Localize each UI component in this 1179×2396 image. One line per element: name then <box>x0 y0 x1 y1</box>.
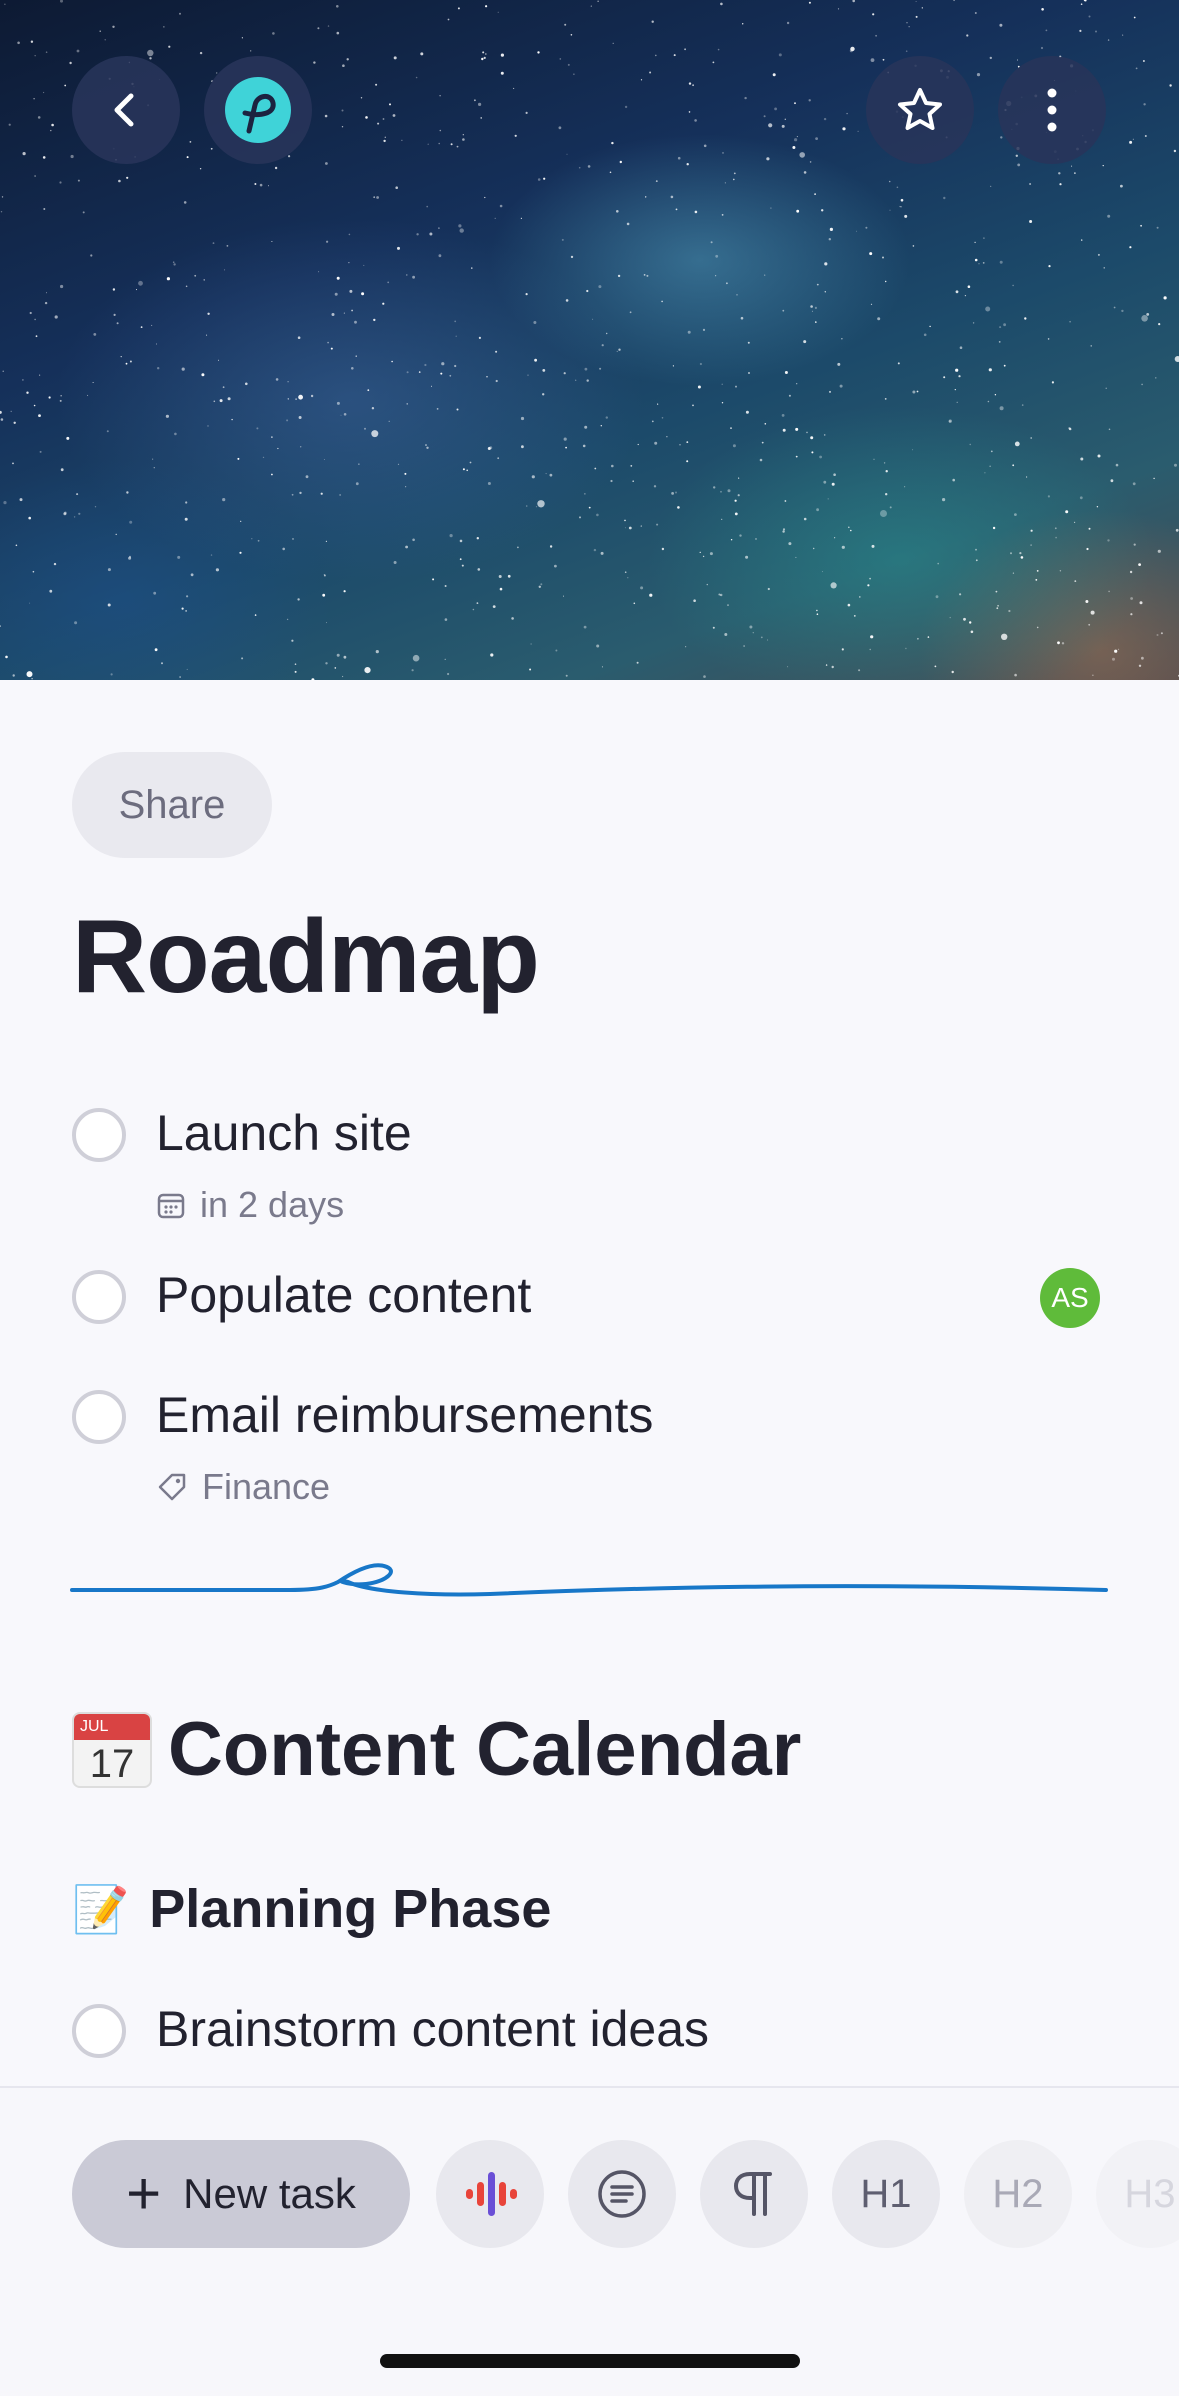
heading-planning-phase[interactable]: 📝 Planning Phase <box>72 1878 551 1940</box>
voice-input-button[interactable] <box>436 2140 544 2248</box>
new-task-label: New task <box>183 2170 356 2217</box>
calendar-emoji-month: JUL <box>74 1713 150 1740</box>
tag-icon <box>158 1473 186 1501</box>
heading-2-button[interactable]: H2 <box>964 2140 1072 2248</box>
favorite-button[interactable] <box>866 56 974 164</box>
paragraph-button[interactable] <box>700 2140 808 2248</box>
text-lines-icon <box>598 2170 646 2218</box>
cover-image[interactable] <box>0 0 1179 680</box>
home-indicator <box>380 2354 800 2368</box>
pilcrow-icon <box>733 2172 772 2216</box>
heading-3-button[interactable]: H3 <box>1096 2140 1179 2248</box>
app-logo-icon <box>225 77 291 143</box>
page-title[interactable]: Roadmap <box>72 898 540 1017</box>
new-task-button[interactable]: + New task <box>72 2140 410 2248</box>
voice-waveform-icon <box>466 2172 517 2216</box>
task-label[interactable]: Launch site <box>156 1104 412 1162</box>
heading-1-button[interactable]: H1 <box>832 2140 940 2248</box>
star-icon <box>898 88 942 130</box>
task-label[interactable]: Email reimbursements <box>156 1386 653 1444</box>
more-options-button[interactable] <box>998 56 1106 164</box>
task-checkbox[interactable] <box>72 1270 126 1324</box>
plus-icon: + <box>126 2160 162 2227</box>
calendar-emoji-icon: JUL 17 <box>72 1711 152 1788</box>
memo-emoji-icon: 📝 <box>72 1881 130 1936</box>
task-label[interactable]: Brainstorm content ideas <box>156 2000 709 2058</box>
note-page: Share Roadmap Launch site in 2 days Popu… <box>0 0 1179 2396</box>
chevron-left-icon <box>114 93 134 127</box>
tag-text: Finance <box>202 1466 331 1507</box>
heading-content-calendar[interactable]: JUL 17 Content Calendar <box>72 1706 801 1793</box>
calendar-icon <box>157 1193 185 1219</box>
task-due-date[interactable]: in 2 days <box>156 1184 344 1226</box>
task-checkbox[interactable] <box>72 2004 126 2058</box>
doodle-divider <box>70 1563 1108 1597</box>
task-tag[interactable]: Finance <box>156 1466 330 1508</box>
task-label[interactable]: Populate content <box>156 1266 531 1324</box>
more-vertical-icon <box>1047 88 1057 132</box>
editor-toolbar: + New task H1 H2 H3 <box>0 2086 1179 2396</box>
share-button[interactable]: Share <box>72 752 272 858</box>
assignee-avatar[interactable]: AS <box>1040 1268 1100 1328</box>
back-button[interactable] <box>72 56 180 164</box>
heading-text: Content Calendar <box>168 1707 802 1792</box>
task-checkbox[interactable] <box>72 1390 126 1444</box>
heading-text: Planning Phase <box>149 1879 552 1939</box>
calendar-emoji-day: 17 <box>89 1741 135 1786</box>
text-format-button[interactable] <box>568 2140 676 2248</box>
task-checkbox[interactable] <box>72 1108 126 1162</box>
due-date-text: in 2 days <box>200 1184 345 1225</box>
app-logo-button[interactable] <box>204 56 312 164</box>
